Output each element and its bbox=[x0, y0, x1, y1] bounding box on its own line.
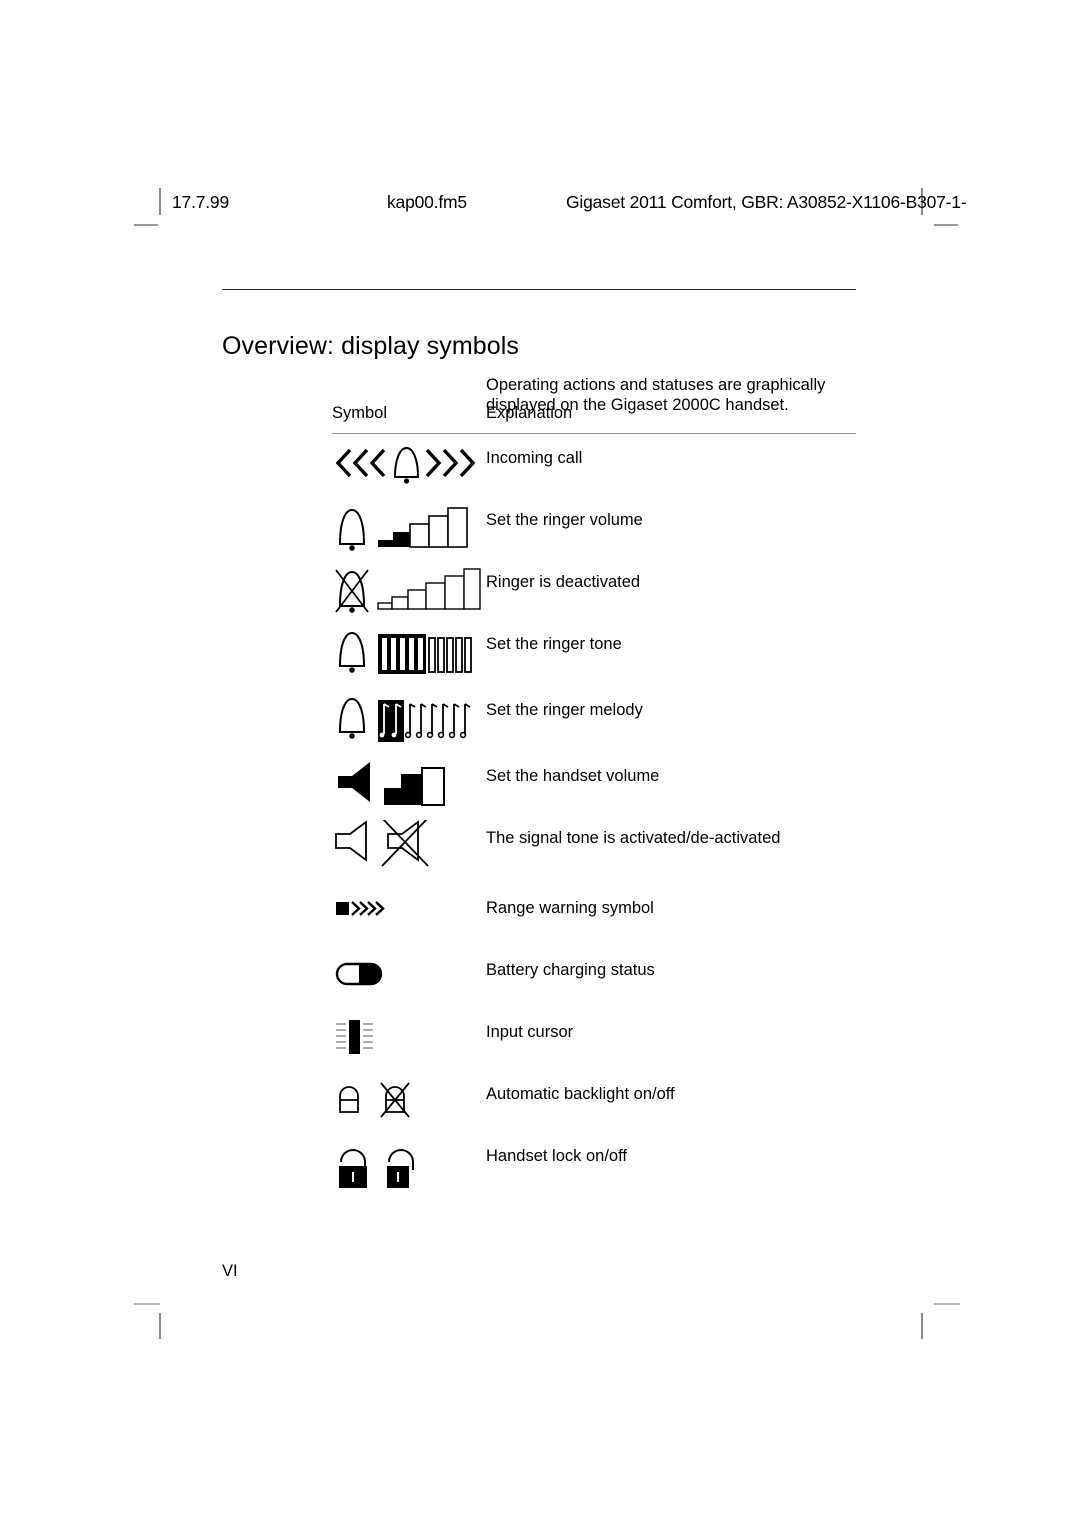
crop-mark-bottom-right-vertical bbox=[921, 1313, 923, 1339]
explanation-text: Set the ringer tone bbox=[486, 635, 622, 653]
ringer-volume-icon bbox=[338, 507, 468, 551]
explanation-text: Battery charging status bbox=[486, 961, 655, 979]
explanation-text: Input cursor bbox=[486, 1023, 574, 1041]
range-warning-icon bbox=[336, 901, 385, 916]
table-row: Set the ringer tone bbox=[332, 626, 856, 692]
page-number: VI bbox=[222, 1262, 238, 1280]
ringer-tone-icon bbox=[338, 631, 472, 674]
header-date: 17.7.99 bbox=[172, 192, 229, 212]
crop-mark-top-left-horizontal bbox=[134, 224, 158, 226]
symbol-cell bbox=[332, 1014, 482, 1070]
table-row: Battery charging status bbox=[332, 952, 856, 1014]
handset-lock-icon bbox=[339, 1149, 414, 1188]
symbol-cell bbox=[332, 758, 482, 814]
explanation-text: Set the handset volume bbox=[486, 767, 660, 785]
title-rule bbox=[222, 289, 856, 290]
backlight-icon bbox=[339, 1082, 410, 1118]
running-header: 17.7.99 kap00.fm5 Gigaset 2011 Comfort, … bbox=[172, 192, 967, 214]
table-header-rule bbox=[332, 433, 856, 434]
header-filename: kap00.fm5 bbox=[387, 192, 467, 212]
table-row: Handset lock on/off bbox=[332, 1138, 856, 1200]
crop-mark-top-right-horizontal bbox=[934, 224, 958, 226]
symbol-cell bbox=[332, 890, 482, 946]
column-header-symbol: Symbol bbox=[332, 404, 388, 422]
explanation-text: Set the ringer melody bbox=[486, 701, 643, 719]
symbol-cell bbox=[332, 692, 482, 748]
table-row: Incoming call bbox=[332, 440, 856, 502]
table-row: Automatic backlight on/off bbox=[332, 1076, 856, 1138]
explanation-text: Set the ringer volume bbox=[486, 511, 643, 529]
explanation-text: Automatic backlight on/off bbox=[486, 1085, 675, 1103]
page-title: Overview: display symbols bbox=[222, 331, 520, 360]
ringer-melody-icon bbox=[338, 697, 471, 742]
column-header-explanation: Explanation bbox=[486, 404, 573, 422]
symbol-cell bbox=[332, 440, 482, 496]
handset-volume-icon bbox=[338, 762, 445, 806]
symbol-cell bbox=[332, 1076, 482, 1132]
table-row: Input cursor bbox=[332, 1014, 856, 1076]
explanation-text: Handset lock on/off bbox=[486, 1147, 627, 1165]
explanation-text: Ringer is deactivated bbox=[486, 573, 641, 591]
symbol-cell bbox=[332, 1138, 482, 1194]
input-cursor-icon bbox=[336, 1020, 373, 1054]
symbol-table-body: Incoming call Set the ringer volume Ring… bbox=[332, 440, 856, 1200]
explanation-text: Range warning symbol bbox=[486, 899, 654, 917]
symbol-cell bbox=[332, 564, 482, 620]
symbol-cell bbox=[332, 817, 482, 876]
ringer-deactivated-icon bbox=[335, 568, 481, 613]
table-row: Set the ringer volume bbox=[332, 502, 856, 564]
explanation-text: The signal tone is activated/de-activate… bbox=[486, 829, 781, 847]
table-row: Ringer is deactivated bbox=[332, 564, 856, 626]
crop-mark-bottom-left-horizontal bbox=[134, 1303, 160, 1305]
battery-icon bbox=[335, 962, 383, 986]
table-row: The signal tone is activated/de-activate… bbox=[332, 817, 856, 890]
crop-mark-bottom-left-vertical bbox=[159, 1313, 161, 1339]
signal-tone-icon bbox=[335, 817, 429, 867]
header-document-id: Gigaset 2011 Comfort, GBR: A30852-X1106-… bbox=[566, 192, 967, 212]
crop-mark-top-left-vertical bbox=[159, 188, 161, 215]
explanation-text: Incoming call bbox=[486, 449, 583, 467]
symbol-table-header: Symbol Explanation bbox=[332, 404, 856, 428]
symbol-cell bbox=[332, 952, 482, 1008]
incoming-call-icon bbox=[335, 446, 476, 484]
table-row: Range warning symbol bbox=[332, 890, 856, 952]
symbol-cell bbox=[332, 626, 482, 682]
crop-mark-bottom-right-horizontal bbox=[934, 1303, 960, 1305]
table-row: Set the handset volume bbox=[332, 758, 856, 820]
table-row: Set the ringer melody bbox=[332, 692, 856, 758]
symbol-cell bbox=[332, 502, 482, 558]
